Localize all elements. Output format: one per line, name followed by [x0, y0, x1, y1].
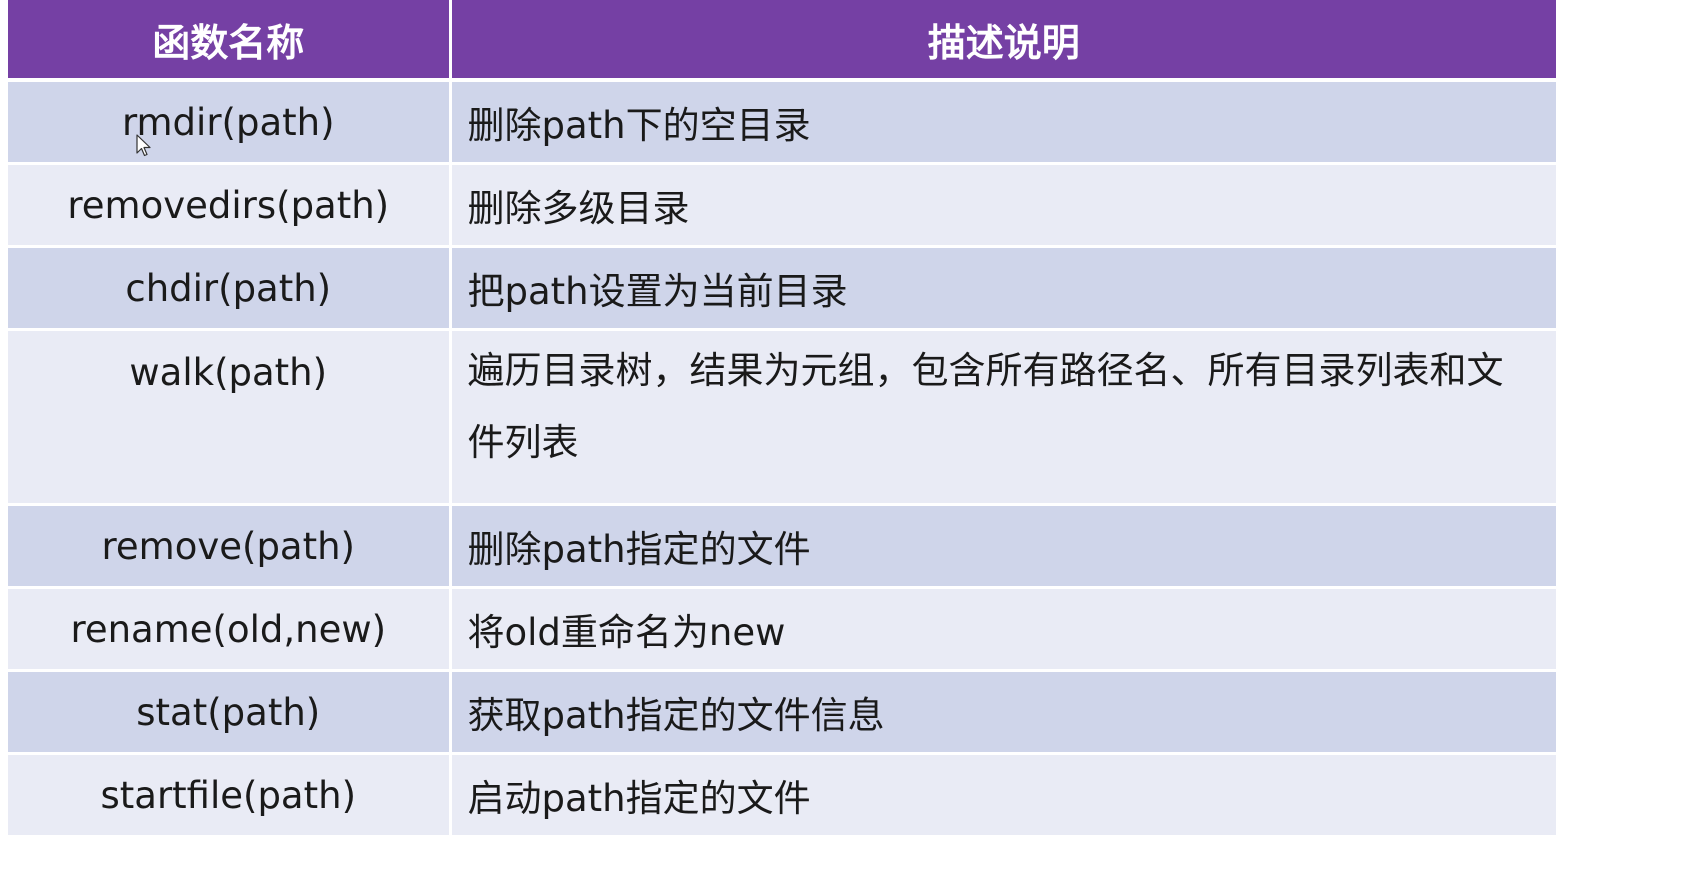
function-cell: removedirs(path) — [8, 163, 452, 248]
function-table-container: 函数名称 描述说明 rmdir(path) 删除path下的空目录 remove… — [8, 0, 1556, 838]
table-row: rmdir(path) 删除path下的空目录 — [8, 80, 1556, 165]
description-cell: 启动path指定的文件 — [450, 753, 1556, 838]
function-cell: rename(old,new) — [8, 587, 452, 672]
table-row: removedirs(path) 删除多级目录 — [8, 163, 1556, 248]
function-table: 函数名称 描述说明 rmdir(path) 删除path下的空目录 remove… — [8, 0, 1556, 838]
description-cell: 把path设置为当前目录 — [450, 246, 1556, 331]
table-row: rename(old,new) 将old重命名为new — [8, 587, 1556, 672]
header-row: 函数名称 描述说明 — [8, 0, 1556, 82]
function-cell: startfile(path) — [8, 753, 452, 838]
function-cell: walk(path) — [8, 329, 452, 506]
mouse-pointer-icon — [136, 134, 151, 157]
description-cell: 将old重命名为new — [450, 587, 1556, 672]
function-cell: chdir(path) — [8, 246, 452, 331]
description-cell: 删除path指定的文件 — [450, 504, 1556, 589]
function-cell: remove(path) — [8, 504, 452, 589]
table-row: walk(path) 遍历目录树，结果为元组，包含所有路径名、所有目录列表和文件… — [8, 329, 1556, 506]
header-function-name: 函数名称 — [8, 0, 452, 82]
header-description: 描述说明 — [450, 0, 1556, 82]
description-cell: 获取path指定的文件信息 — [450, 670, 1556, 755]
table-row: stat(path) 获取path指定的文件信息 — [8, 670, 1556, 755]
function-cell: rmdir(path) — [8, 80, 452, 165]
table-header: 函数名称 描述说明 — [8, 0, 1556, 82]
description-cell: 删除path下的空目录 — [450, 80, 1556, 165]
table-row: startfile(path) 启动path指定的文件 — [8, 753, 1556, 838]
function-cell: stat(path) — [8, 670, 452, 755]
description-cell: 遍历目录树，结果为元组，包含所有路径名、所有目录列表和文件列表 — [450, 329, 1556, 506]
table-body: rmdir(path) 删除path下的空目录 removedirs(path)… — [8, 80, 1556, 838]
table-row: remove(path) 删除path指定的文件 — [8, 504, 1556, 589]
description-cell: 删除多级目录 — [450, 163, 1556, 248]
table-row: chdir(path) 把path设置为当前目录 — [8, 246, 1556, 331]
